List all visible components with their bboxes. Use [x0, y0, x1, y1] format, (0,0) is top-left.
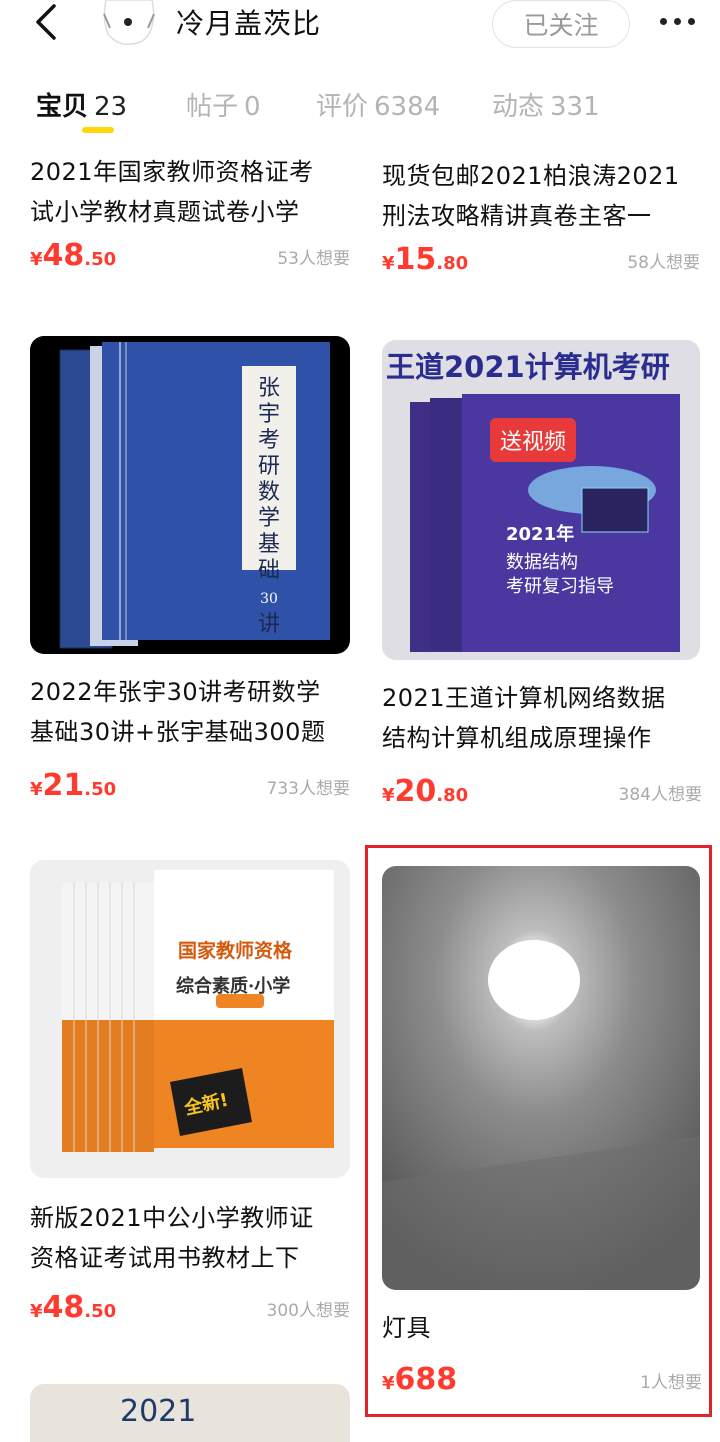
want-count: 53人想要: [277, 249, 350, 269]
tab-items-label: 宝贝: [36, 92, 89, 122]
book-title-2: 考研复习指导: [506, 576, 614, 597]
tab-reviews-count: 6384: [374, 92, 441, 122]
back-arrow-icon[interactable]: [28, 2, 68, 42]
book-title-1: 数据结构: [506, 552, 578, 573]
tab-reviews-label: 评价: [316, 92, 369, 122]
book-title-1: 国家教师资格: [178, 940, 293, 962]
book-cover-title: 张宇考研数学基础 30 讲: [256, 376, 282, 637]
product-image[interactable]: 张宇考研数学基础 30 讲: [30, 336, 350, 654]
shop-header: 冷月盖茨比 已关注: [0, 0, 720, 52]
price-row: ¥48.50 53人想要: [30, 238, 350, 278]
want-count: 384人想要: [618, 785, 702, 805]
product-title-line1: 2021王道计算机网络数据: [382, 684, 666, 712]
want-count: 300人想要: [266, 1301, 350, 1321]
product-image[interactable]: 国家教师资格 综合素质·小学 全新!: [30, 860, 350, 1178]
following-button[interactable]: 已关注: [492, 0, 630, 48]
product-title-line2: 基础30讲+张宇基础300题: [30, 718, 326, 746]
product-title-line1: 新版2021中公小学教师证: [30, 1204, 314, 1232]
product-title-line2: 刑法攻略精讲真卷主客一: [382, 202, 652, 230]
want-count: 58人想要: [627, 253, 700, 273]
book-title-2: 综合素质·小学: [176, 976, 291, 997]
tab-activity[interactable]: 动态 331: [492, 86, 600, 123]
product-card[interactable]: 现货包邮2021柏浪涛2021 刑法攻略精讲真卷主客一 ¥15.80 58人想要: [382, 156, 700, 282]
book-cover-year: 2021: [120, 1394, 197, 1429]
tab-posts-label: 帖子: [186, 92, 239, 122]
product-card[interactable]: 新版2021中公小学教师证 资格证考试用书教材上下 ¥48.50 300人想要: [30, 1198, 350, 1330]
shop-tabs: 宝贝 23 帖子 0 评价 6384 动态 331: [0, 80, 720, 140]
shop-name: 冷月盖茨比: [176, 7, 322, 40]
more-options-icon[interactable]: [660, 8, 708, 34]
product-price: ¥48.50: [30, 1290, 117, 1325]
product-image[interactable]: 2021: [30, 1384, 350, 1442]
price-row: ¥20.80 384人想要: [382, 774, 702, 814]
price-row: ¥15.80 58人想要: [382, 242, 700, 282]
highlight-box: [365, 845, 712, 1417]
tab-activity-label: 动态: [492, 92, 545, 122]
product-card[interactable]: 2021王道计算机网络数据 结构计算机组成原理操作 ¥20.80 384人想要: [382, 678, 702, 814]
tab-activity-count: 331: [550, 92, 600, 122]
product-title-line1: 2022年张宇30讲考研数学: [30, 678, 321, 706]
product-title-line2: 结构计算机组成原理操作: [382, 724, 652, 752]
tab-items-count: 23: [94, 92, 128, 122]
tab-posts[interactable]: 帖子 0: [186, 86, 261, 123]
promo-banner: 王道2021计算机考研: [386, 350, 670, 384]
product-card[interactable]: 2022年张宇30讲考研数学 基础30讲+张宇基础300题 ¥21.50 733…: [30, 672, 350, 808]
tab-posts-count: 0: [244, 92, 261, 122]
product-card[interactable]: 2021年国家教师资格证考 试小学教材真题试卷小学 ¥48.50 53人想要: [30, 152, 350, 278]
tab-items[interactable]: 宝贝 23: [36, 86, 127, 123]
product-price: ¥48.50: [30, 238, 117, 273]
product-price: ¥20.80: [382, 774, 469, 809]
shop-avatar[interactable]: [100, 0, 158, 48]
want-count: 733人想要: [266, 779, 350, 799]
price-row: ¥48.50 300人想要: [30, 1290, 350, 1330]
product-title-line2: 资格证考试用书教材上下: [30, 1244, 300, 1272]
tab-reviews[interactable]: 评价 6384: [316, 86, 440, 123]
product-title-line1: 现货包邮2021柏浪涛2021: [382, 162, 680, 190]
product-price: ¥15.80: [382, 242, 469, 277]
price-row: ¥21.50 733人想要: [30, 768, 350, 808]
book-year: 2021年: [506, 524, 575, 545]
product-price: ¥21.50: [30, 768, 117, 803]
product-image[interactable]: 王道2021计算机考研 送视频 2021年 数据结构 考研复习指导: [382, 340, 700, 660]
video-tag: 送视频: [490, 418, 577, 462]
active-tab-indicator: [82, 127, 114, 133]
product-title-line1: 2021年国家教师资格证考: [30, 158, 314, 186]
product-title-line2: 试小学教材真题试卷小学: [30, 198, 300, 226]
